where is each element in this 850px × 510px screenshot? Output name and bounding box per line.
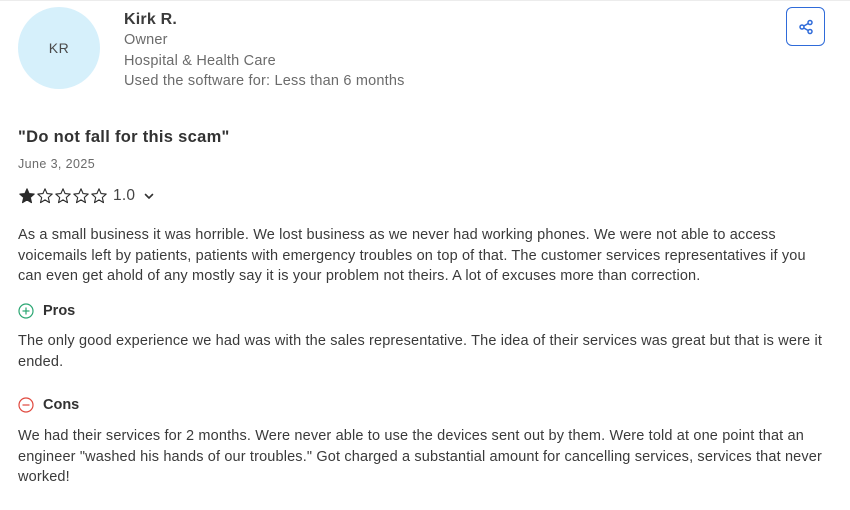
cons-text: We had their services for 2 months. Were… (18, 428, 822, 485)
review-title: "Do not fall for this scam" (18, 128, 230, 146)
reviewer-industry: Hospital & Health Care (124, 52, 276, 69)
star-filled-icon (19, 188, 35, 204)
share-icon (798, 19, 813, 34)
avatar: KR (18, 7, 100, 89)
star-rating (18, 187, 108, 205)
cons-label: Cons (43, 397, 80, 413)
chevron-down-icon[interactable] (143, 190, 155, 202)
reviewer-role: Owner (124, 32, 168, 48)
reviewer-info: Kirk R. Owner Hospital & Health Care Use… (124, 10, 405, 92)
top-divider (0, 0, 850, 1)
rating-value: 1.0 (113, 187, 136, 204)
rating-row: 1.0 (18, 185, 155, 207)
pros-text: The only good experience we had was with… (18, 333, 823, 370)
plus-circle-icon (18, 303, 34, 319)
share-button[interactable] (786, 7, 825, 46)
reviewer-usage: Used the software for: Less than 6 month… (124, 73, 405, 89)
minus-circle-icon (18, 397, 34, 413)
star-outline-icon (73, 188, 89, 204)
review-date: June 3, 2025 (18, 157, 96, 171)
review-summary: As a small business it was horrible. We … (18, 227, 806, 284)
cons-heading: Cons (18, 397, 79, 413)
star-outline-icon (37, 188, 53, 204)
pros-heading: Pros (18, 303, 75, 319)
star-outline-icon (55, 188, 71, 204)
pros-label: Pros (43, 303, 76, 319)
reviewer-name: Kirk R. (124, 11, 177, 28)
star-outline-icon (91, 188, 107, 204)
